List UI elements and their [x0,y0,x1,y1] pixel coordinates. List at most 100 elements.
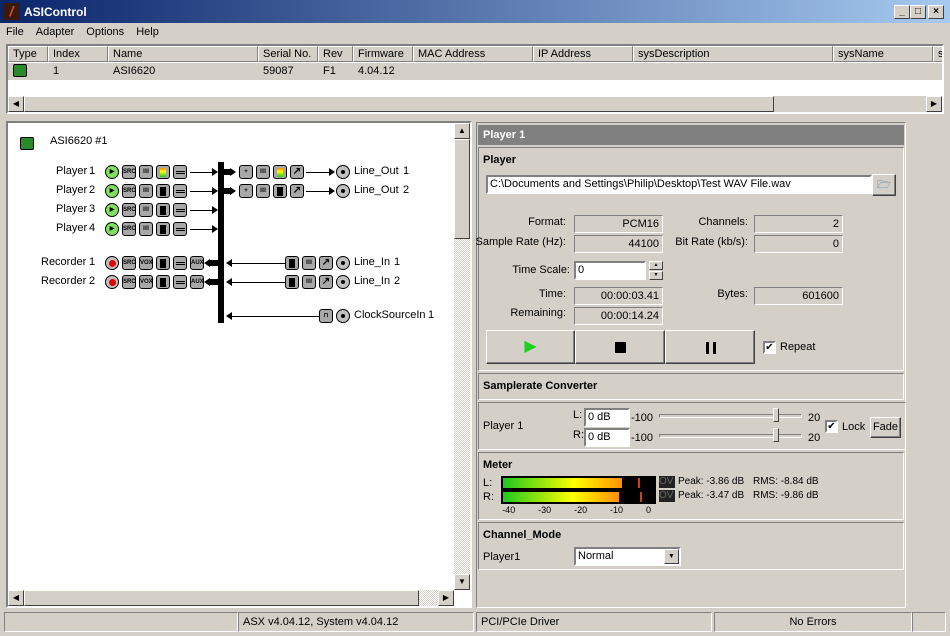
right-gain-input[interactable]: 0 dB [584,428,630,447]
vol-icon[interactable]: ǁǁ [302,275,316,289]
fade-button[interactable]: Fade [870,417,901,438]
menu-adapter[interactable]: Adapter [36,24,75,41]
mix-icon[interactable]: + [239,184,253,198]
file-path-input[interactable]: C:\Documents and Settings\Philip\Desktop… [486,175,872,194]
left-gain-input[interactable]: 0 dB [584,408,630,427]
meter-icon[interactable] [156,203,170,217]
stop-button[interactable] [575,330,665,364]
close-button[interactable]: × [928,5,944,19]
src-icon[interactable]: SRC [122,275,136,289]
scroll-thumb[interactable] [454,139,470,239]
meter-icon[interactable] [273,184,287,198]
horizontal-scrollbar[interactable]: ◀ ▶ [8,96,942,112]
vol-icon[interactable]: ǁǁ [139,222,153,236]
src-icon[interactable]: SRC [122,203,136,217]
meter-icon[interactable] [285,256,299,270]
table-row[interactable]: 1 ASI6620 59087 F1 4.04.12 [8,63,942,80]
scroll-left-button[interactable]: ◀ [8,96,24,112]
channel-mode-select[interactable]: Normal ▼ [574,547,681,566]
scroll-right-button[interactable]: ▶ [438,590,454,606]
bank-icon[interactable] [173,203,187,217]
vertical-scrollbar[interactable]: ▲ ▼ [454,123,470,590]
chevron-down-icon[interactable]: ▼ [664,549,679,564]
repeat-checkbox[interactable]: ✔ [763,341,776,354]
arrow-icon[interactable]: ↗ [290,165,304,179]
slider-thumb[interactable] [773,408,780,422]
output-connector-icon[interactable] [336,165,350,179]
bank-icon[interactable] [173,184,187,198]
meter-icon[interactable] [156,256,170,270]
play-icon[interactable]: ▶ [105,165,119,179]
src-icon[interactable]: SRC [122,184,136,198]
menu-help[interactable]: Help [136,24,159,41]
clock-icon[interactable]: ⊓ [319,309,333,323]
clock-connector-icon[interactable] [336,309,350,323]
aux-icon[interactable]: AUX [190,256,204,270]
meter-icon[interactable] [156,275,170,289]
arrow-icon[interactable]: ↗ [319,275,333,289]
meter-icon[interactable] [156,165,170,179]
input-connector-icon[interactable] [336,275,350,289]
play-icon[interactable]: ▶ [105,184,119,198]
arrow-icon[interactable]: ↗ [319,256,333,270]
scroll-up-button[interactable]: ▲ [454,123,470,139]
bank-icon[interactable] [173,275,187,289]
column-header[interactable]: sysDescription [633,46,833,62]
menu-file[interactable]: File [6,24,24,41]
bank-icon[interactable] [173,256,187,270]
column-header[interactable]: Name [108,46,258,62]
column-header[interactable]: Type [8,46,48,62]
vol-icon[interactable]: ǁǁ [139,203,153,217]
column-header[interactable]: Firmware [353,46,413,62]
vol-icon[interactable]: ǁǁ [139,184,153,198]
input-connector-icon[interactable] [336,256,350,270]
rec-icon[interactable] [105,275,119,289]
column-header[interactable]: Rev [318,46,353,62]
slider-thumb[interactable] [773,428,780,442]
aux-icon[interactable]: AUX [190,275,204,289]
meter-icon[interactable] [156,222,170,236]
horizontal-scrollbar[interactable]: ◀ ▶ [8,590,454,606]
src-icon[interactable]: SRC [122,165,136,179]
output-connector-icon[interactable] [336,184,350,198]
meter-icon[interactable] [156,184,170,198]
browse-folder-icon[interactable]: 🗁 [872,174,896,196]
column-header[interactable]: MAC Address [413,46,533,62]
time-scale-input[interactable]: 0 [574,261,646,280]
scroll-down-button[interactable]: ▼ [454,574,470,590]
play-icon[interactable]: ▶ [105,222,119,236]
scroll-thumb[interactable] [24,96,774,112]
column-header[interactable]: sysName [833,46,933,62]
column-header[interactable]: Index [48,46,108,62]
spin-down-button[interactable]: ▼ [649,271,663,280]
scroll-right-button[interactable]: ▶ [926,96,942,112]
scroll-left-button[interactable]: ◀ [8,590,24,606]
vol-icon[interactable]: ǁǁ [256,165,270,179]
column-header[interactable]: Serial No. [258,46,318,62]
left-gain-slider[interactable] [659,408,802,422]
maximize-button[interactable]: □ [910,5,926,19]
arrow-icon[interactable]: ↗ [290,184,304,198]
vol-icon[interactable]: ǁǁ [139,165,153,179]
vol-icon[interactable]: ǁǁ [302,256,316,270]
play-button[interactable]: ▶ [486,330,575,364]
spin-up-button[interactable]: ▲ [649,261,663,270]
play-icon[interactable]: ▶ [105,203,119,217]
vox-icon[interactable]: VOX [139,256,153,270]
src-icon[interactable]: SRC [122,222,136,236]
menu-options[interactable]: Options [86,24,124,41]
pause-button[interactable] [665,330,755,364]
right-gain-slider[interactable] [659,428,802,442]
vox-icon[interactable]: VOX [139,275,153,289]
src-icon[interactable]: SRC [122,256,136,270]
bank-icon[interactable] [173,165,187,179]
vol-icon[interactable]: ǁǁ [256,184,270,198]
minimize-button[interactable]: _ [894,5,910,19]
meter-icon[interactable] [273,165,287,179]
column-header[interactable]: IP Address [533,46,633,62]
mix-icon[interactable]: + [239,165,253,179]
scroll-thumb[interactable] [24,590,419,606]
column-header[interactable]: s [933,46,942,62]
lock-checkbox[interactable]: ✔ [825,420,838,433]
bank-icon[interactable] [173,222,187,236]
